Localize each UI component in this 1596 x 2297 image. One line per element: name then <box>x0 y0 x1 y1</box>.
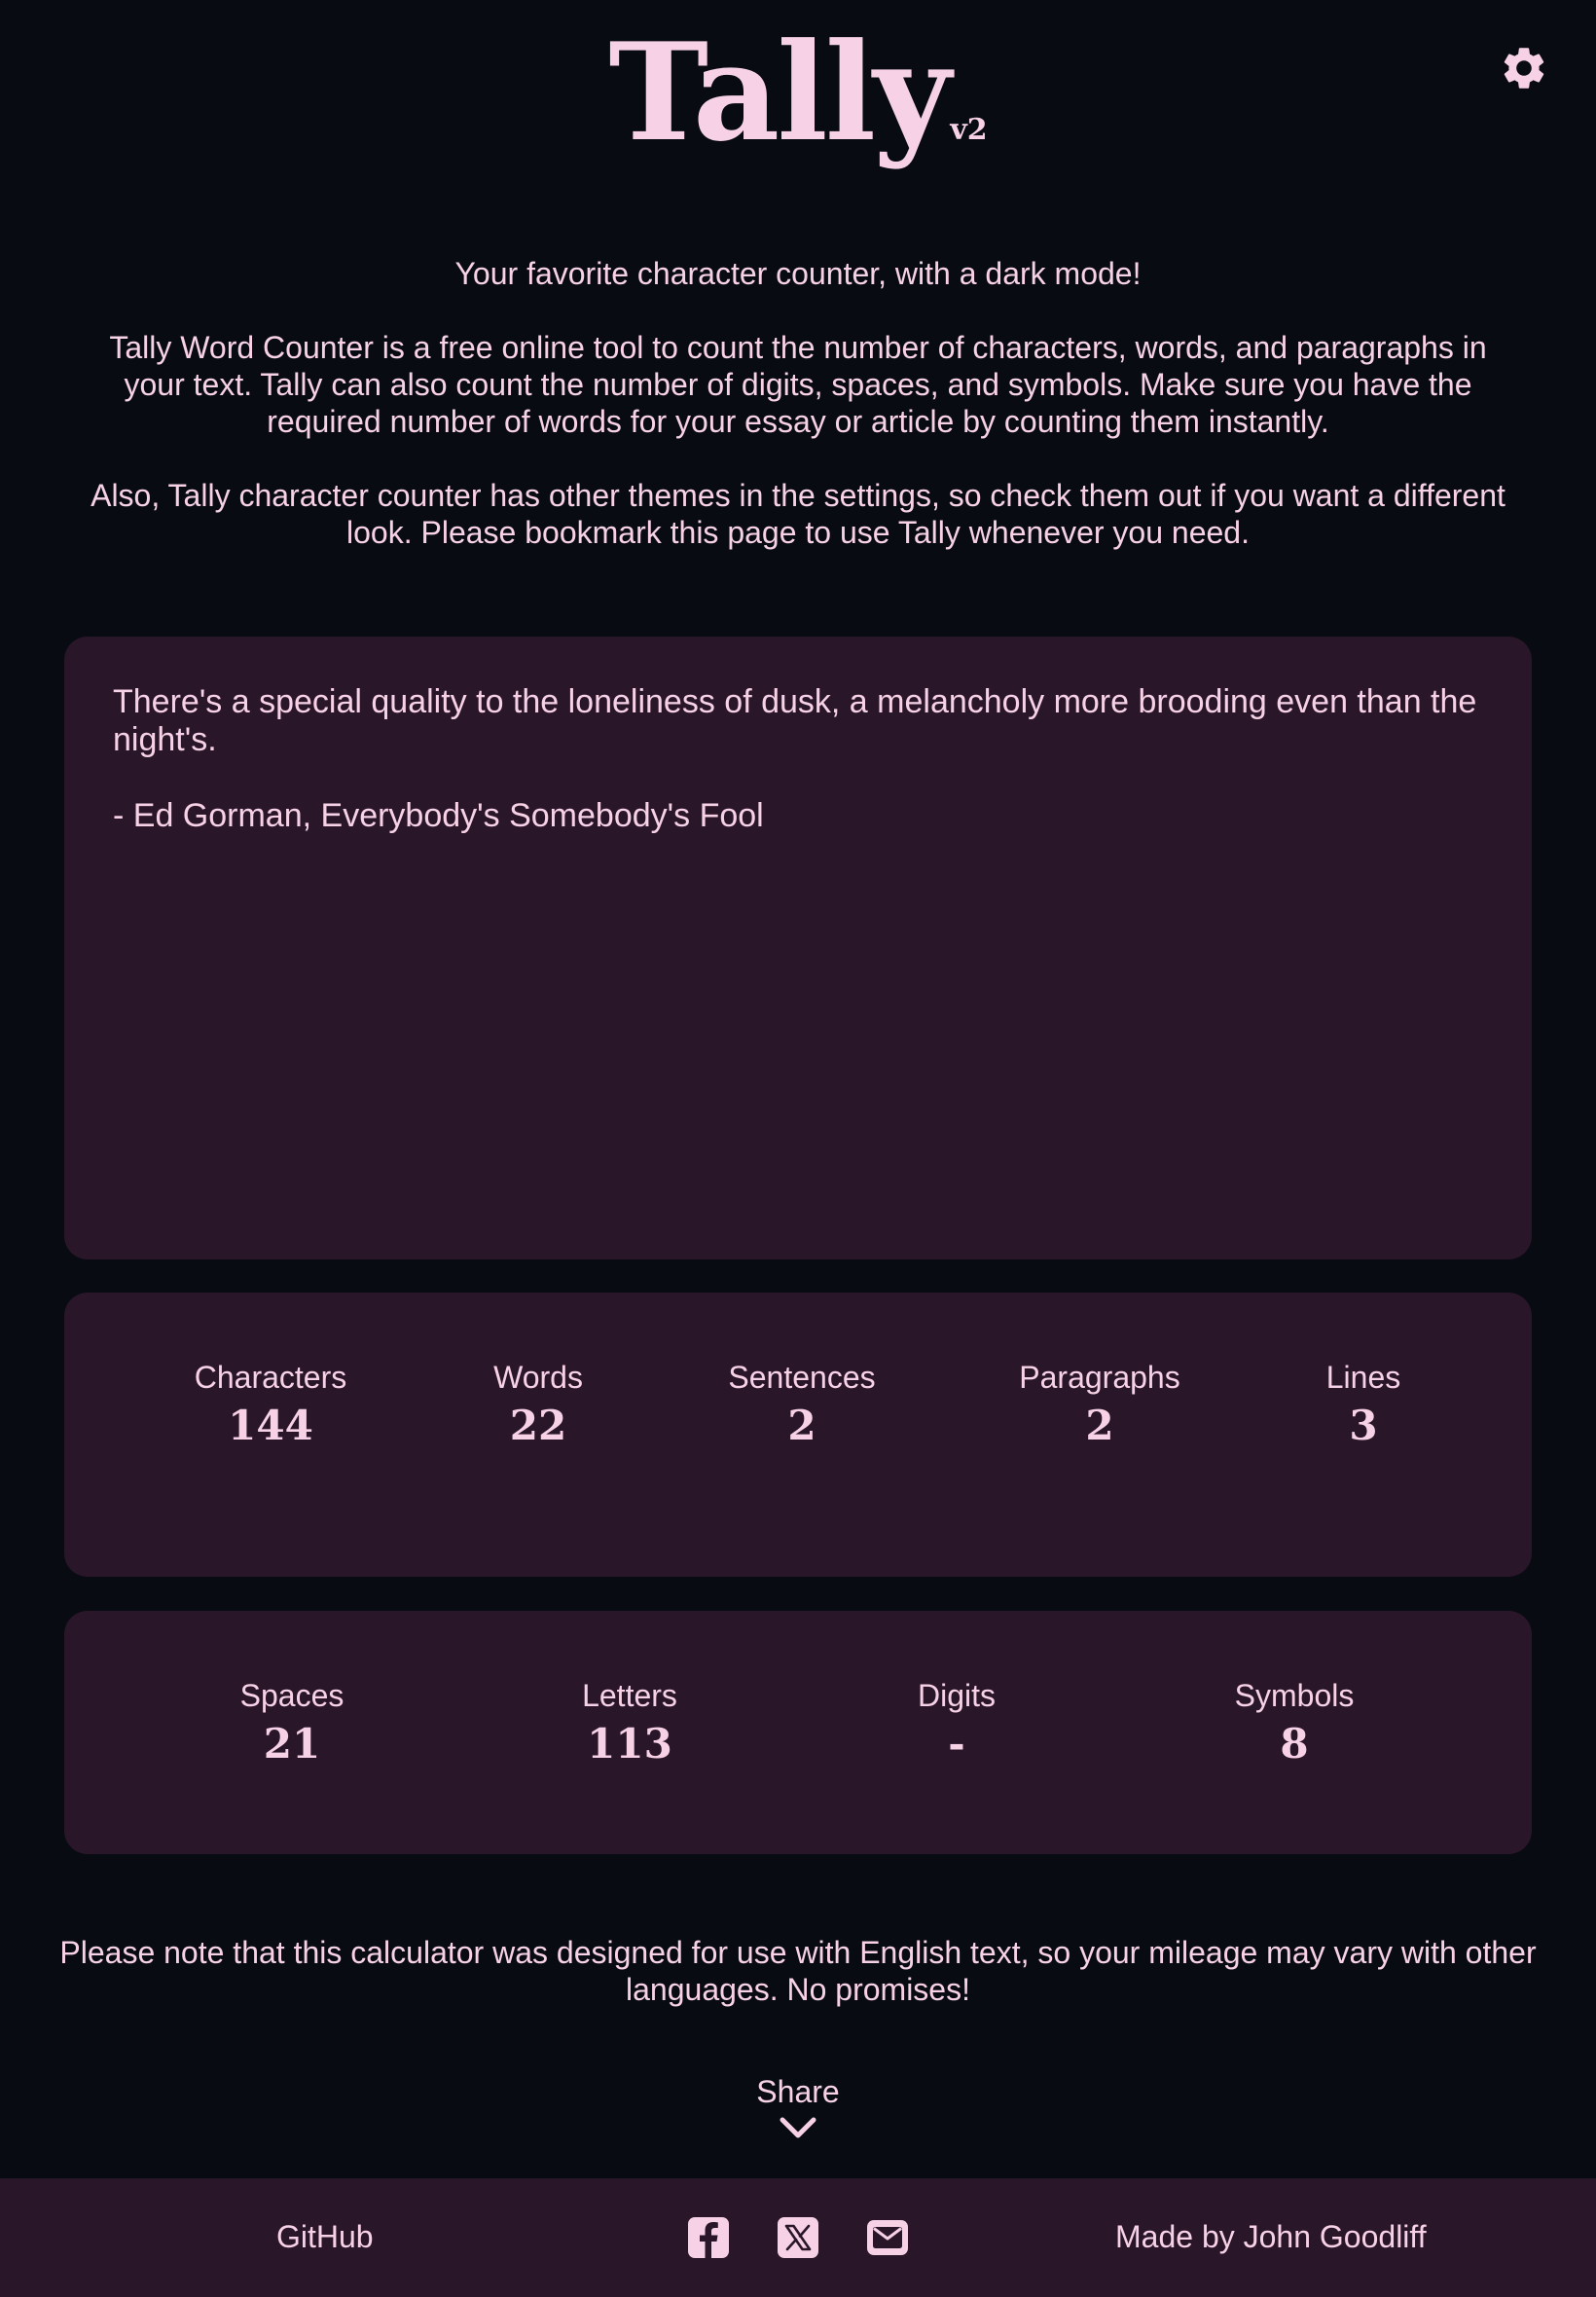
stat-characters: Characters 144 <box>195 1359 347 1450</box>
app-title: Tally <box>608 13 951 171</box>
stat-spaces: Spaces 21 <box>240 1677 345 1768</box>
share-toggle[interactable]: Share <box>0 2073 1596 2139</box>
themes-note: Also, Tally character counter has other … <box>91 478 1505 550</box>
stat-label: Characters <box>194 1360 347 1395</box>
stat-value: 8 <box>1280 1720 1309 1768</box>
stats-panel-primary: Characters 144 Words 22 Sentences 2 Para… <box>64 1293 1532 1577</box>
stat-symbols: Symbols 8 <box>1235 1677 1355 1768</box>
stat-value: 2 <box>787 1402 816 1449</box>
description: Tally Word Counter is a free online tool… <box>109 330 1487 439</box>
stats-panel-secondary: Spaces 21 Letters 113 Digits - Symbols 8 <box>64 1611 1532 1854</box>
logo: Tallyv2 <box>0 25 1596 160</box>
stat-label: Sentences <box>728 1360 876 1395</box>
stat-letters: Letters 113 <box>582 1677 677 1768</box>
text-input[interactable]: There's a special quality to the lonelin… <box>64 637 1532 1259</box>
share-label: Share <box>756 2074 840 2109</box>
mail-icon <box>867 2220 908 2255</box>
text-input-value: There's a special quality to the lonelin… <box>113 683 1477 834</box>
footer: GitHub Made by John Goodliff <box>0 2178 1596 2297</box>
stat-words: Words 22 <box>493 1359 583 1450</box>
stat-label: Letters <box>582 1678 677 1713</box>
stat-label: Lines <box>1325 1360 1401 1395</box>
stat-paragraphs: Paragraphs 2 <box>1019 1359 1179 1450</box>
stat-value: 144 <box>228 1402 313 1449</box>
stat-lines: Lines 3 <box>1326 1359 1401 1450</box>
stat-label: Digits <box>917 1678 997 1713</box>
stat-value: 21 <box>263 1720 321 1768</box>
x-share-button[interactable] <box>776 2215 820 2260</box>
stat-label: Paragraphs <box>1019 1360 1180 1395</box>
stat-value: - <box>948 1720 965 1768</box>
stat-digits: Digits - <box>918 1677 996 1768</box>
x-icon <box>778 2217 818 2258</box>
stat-value: 22 <box>509 1402 567 1449</box>
version-badge: v2 <box>950 113 988 147</box>
stat-value: 3 <box>1349 1402 1378 1449</box>
github-link[interactable]: GitHub <box>276 2217 374 2256</box>
stat-value: 2 <box>1085 1402 1114 1449</box>
chevron-down-icon <box>780 2117 816 2138</box>
stat-value: 113 <box>587 1720 672 1768</box>
header: Tallyv2 <box>0 0 1596 195</box>
stat-label: Spaces <box>239 1678 345 1713</box>
language-note: Please note that this calculator was des… <box>59 1935 1537 2007</box>
stat-label: Symbols <box>1234 1678 1355 1713</box>
author-credit[interactable]: Made by John Goodliff <box>1115 2217 1427 2256</box>
settings-button[interactable] <box>1499 43 1549 93</box>
stat-sentences: Sentences 2 <box>728 1359 875 1450</box>
email-share-button[interactable] <box>865 2215 910 2260</box>
intro: Your favorite character counter, with a … <box>78 255 1518 588</box>
stat-label: Words <box>493 1360 583 1395</box>
tagline: Your favorite character counter, with a … <box>454 256 1142 291</box>
gear-icon <box>1504 48 1544 89</box>
facebook-share-button[interactable] <box>686 2215 731 2260</box>
facebook-icon <box>688 2217 729 2258</box>
